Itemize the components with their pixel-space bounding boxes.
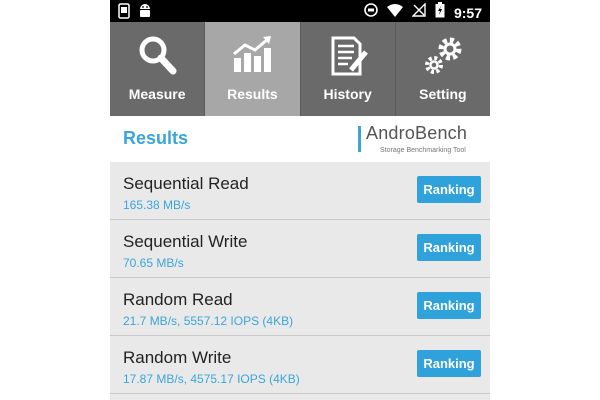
bar-chart-icon [230, 34, 274, 78]
result-value: 165.38 MB/s [123, 198, 191, 212]
results-header: Results AndroBench Storage Benchmarking … [110, 116, 490, 162]
wifi-icon [386, 3, 403, 22]
result-value: 17.87 MB/s, 4575.17 IOPS (4KB) [123, 372, 300, 386]
result-row-random-read: Random Read 21.7 MB/s, 5557.12 IOPS (4KB… [110, 278, 490, 336]
ranking-button[interactable]: Ranking [417, 176, 481, 203]
result-title: Sequential Write [123, 232, 248, 251]
document-pen-icon [326, 34, 370, 78]
tab-label: Setting [419, 86, 467, 102]
tab-measure[interactable]: Measure [110, 22, 206, 116]
page-title: Results [123, 128, 189, 148]
status-bar: 9:57 [110, 0, 490, 22]
result-row-random-write: Random Write 17.87 MB/s, 4575.17 IOPS (4… [110, 336, 490, 394]
gears-icon [421, 34, 465, 78]
results-list: Sequential Read 165.38 MB/s Ranking Sequ… [110, 162, 490, 394]
logo-tagline: Storage Benchmarking Tool [380, 147, 466, 154]
tab-label: Measure [128, 86, 186, 102]
result-value: 21.7 MB/s, 5557.12 IOPS (4KB) [123, 314, 294, 328]
phone-screen: 9:57 Measure Results History Setting Res… [110, 0, 490, 400]
magnifier-icon [135, 34, 179, 78]
tab-label: History [323, 86, 372, 102]
android-robot-icon [138, 3, 152, 24]
result-row-sequential-read: Sequential Read 165.38 MB/s Ranking [110, 162, 490, 220]
sync-icon [364, 3, 378, 22]
result-title: Sequential Read [123, 174, 249, 193]
androbench-logo: AndroBench Storage Benchmarking Tool [358, 123, 478, 157]
ranking-button[interactable]: Ranking [417, 292, 481, 319]
phone-screenshot-icon [118, 3, 130, 24]
tab-history[interactable]: History [301, 22, 396, 116]
battery-charging-icon [435, 2, 445, 23]
result-title: Random Write [123, 348, 232, 367]
tab-bar: Measure Results History Setting [110, 22, 490, 116]
ranking-button[interactable]: Ranking [417, 234, 481, 261]
tab-label: Results [227, 86, 278, 102]
status-clock: 9:57 [453, 4, 482, 21]
ranking-button[interactable]: Ranking [417, 350, 481, 377]
logo-name: AndroBench [366, 123, 468, 143]
result-value: 70.65 MB/s [123, 256, 184, 270]
tab-results[interactable]: Results [205, 22, 301, 116]
logo-accent-bar [358, 126, 361, 152]
tab-setting[interactable]: Setting [396, 22, 490, 116]
result-row-sequential-write: Sequential Write 70.65 MB/s Ranking [110, 220, 490, 278]
no-signal-icon [411, 2, 426, 22]
result-title: Random Read [123, 290, 233, 309]
